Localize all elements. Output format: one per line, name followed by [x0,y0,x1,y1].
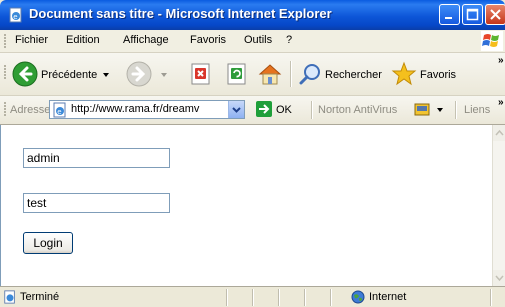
address-url[interactable]: http://www.rama.fr/dreamv [71,103,223,115]
favorites-button[interactable]: Favoris [391,58,461,90]
minimize-button[interactable] [439,4,460,25]
search-icon [299,64,320,85]
browser-window: e Document sans titre - Microsoft Intern… [0,0,505,307]
back-dropdown-icon[interactable] [103,73,109,77]
status-divider [330,289,331,306]
links-label[interactable]: Liens [464,104,490,116]
chevron-down-icon [232,107,241,113]
status-divider [226,289,227,306]
page-content: Login [0,125,493,286]
star-icon [391,61,417,86]
back-label: Précédente [41,69,98,81]
norton-antivirus-label[interactable]: Norton AntiVirus [318,104,397,116]
globe-icon [351,290,365,304]
menu-edition[interactable]: Edition [66,34,100,46]
stop-icon [191,63,210,85]
toolbar-separator [290,61,291,87]
username-input[interactable] [23,148,170,168]
address-bar: Adresse e http://www.rama.fr/dreamv OK N… [0,96,505,125]
password-input[interactable] [23,193,170,213]
toolbar-grip[interactable] [4,65,6,79]
home-icon [258,64,282,85]
security-zone-text: Internet [369,291,407,303]
favorites-label: Favoris [420,69,457,81]
toolbar-grip[interactable] [4,34,6,48]
forward-button[interactable] [126,58,170,90]
search-button[interactable]: Rechercher [299,58,391,90]
refresh-button[interactable] [226,58,250,90]
windows-logo-icon [481,31,503,51]
maximize-button[interactable] [462,4,483,25]
status-divider [490,289,491,306]
ie-document-icon: e [9,7,22,23]
window-title: Document sans titre - Microsoft Internet… [29,6,332,21]
status-text: Terminé [20,291,60,303]
refresh-icon [227,63,246,85]
go-button[interactable] [256,101,272,117]
home-button[interactable] [258,58,284,90]
page-status-icon [4,290,15,304]
status-divider [252,289,253,306]
norton-dropdown-icon[interactable] [437,108,443,112]
close-icon [490,9,501,20]
forward-arrow-icon [126,61,152,87]
go-label[interactable]: OK [276,104,292,116]
toolbar-chevron-icon[interactable]: » [498,55,504,66]
login-button[interactable]: Login [23,232,73,254]
stop-button[interactable] [190,58,214,90]
svg-text:e: e [57,108,61,116]
menu-help[interactable]: ? [286,34,292,46]
norton-icon[interactable] [414,102,430,118]
go-arrow-icon [259,104,270,114]
menu-fichier[interactable]: Fichier [15,34,48,46]
links-chevron-icon[interactable]: » [498,97,504,108]
maximize-icon [466,8,479,21]
svg-text:e: e [13,13,17,21]
back-arrow-icon [12,61,38,87]
forward-dropdown-icon[interactable] [161,73,167,77]
vertical-scrollbar[interactable] [492,125,505,286]
toolbar-separator [311,101,312,119]
toolbar-grip[interactable] [4,102,6,116]
title-bar: e Document sans titre - Microsoft Intern… [0,0,505,30]
minimize-icon [445,17,452,19]
scroll-down-button[interactable] [493,270,505,286]
address-input[interactable]: e http://www.rama.fr/dreamv [49,100,245,119]
status-bar: Terminé Internet [0,286,505,307]
page-icon: e [53,102,66,118]
back-button[interactable]: Précédente [12,58,112,90]
close-button[interactable] [485,4,505,25]
standard-toolbar: Précédente Rechercher Favoris » [0,53,505,96]
search-label: Rechercher [325,69,382,81]
menu-bar: Fichier Edition Affichage Favoris Outils… [0,30,505,53]
address-dropdown-button[interactable] [228,101,244,118]
menu-affichage[interactable]: Affichage [123,34,169,46]
address-label: Adresse [10,104,51,116]
menu-outils[interactable]: Outils [244,34,272,46]
scroll-up-button[interactable] [493,125,505,141]
chevron-up-icon [495,129,504,136]
status-divider [304,289,305,306]
toolbar-separator [455,101,456,119]
menu-favoris[interactable]: Favoris [190,34,226,46]
status-divider [278,289,279,306]
chevron-down-icon [495,275,504,282]
